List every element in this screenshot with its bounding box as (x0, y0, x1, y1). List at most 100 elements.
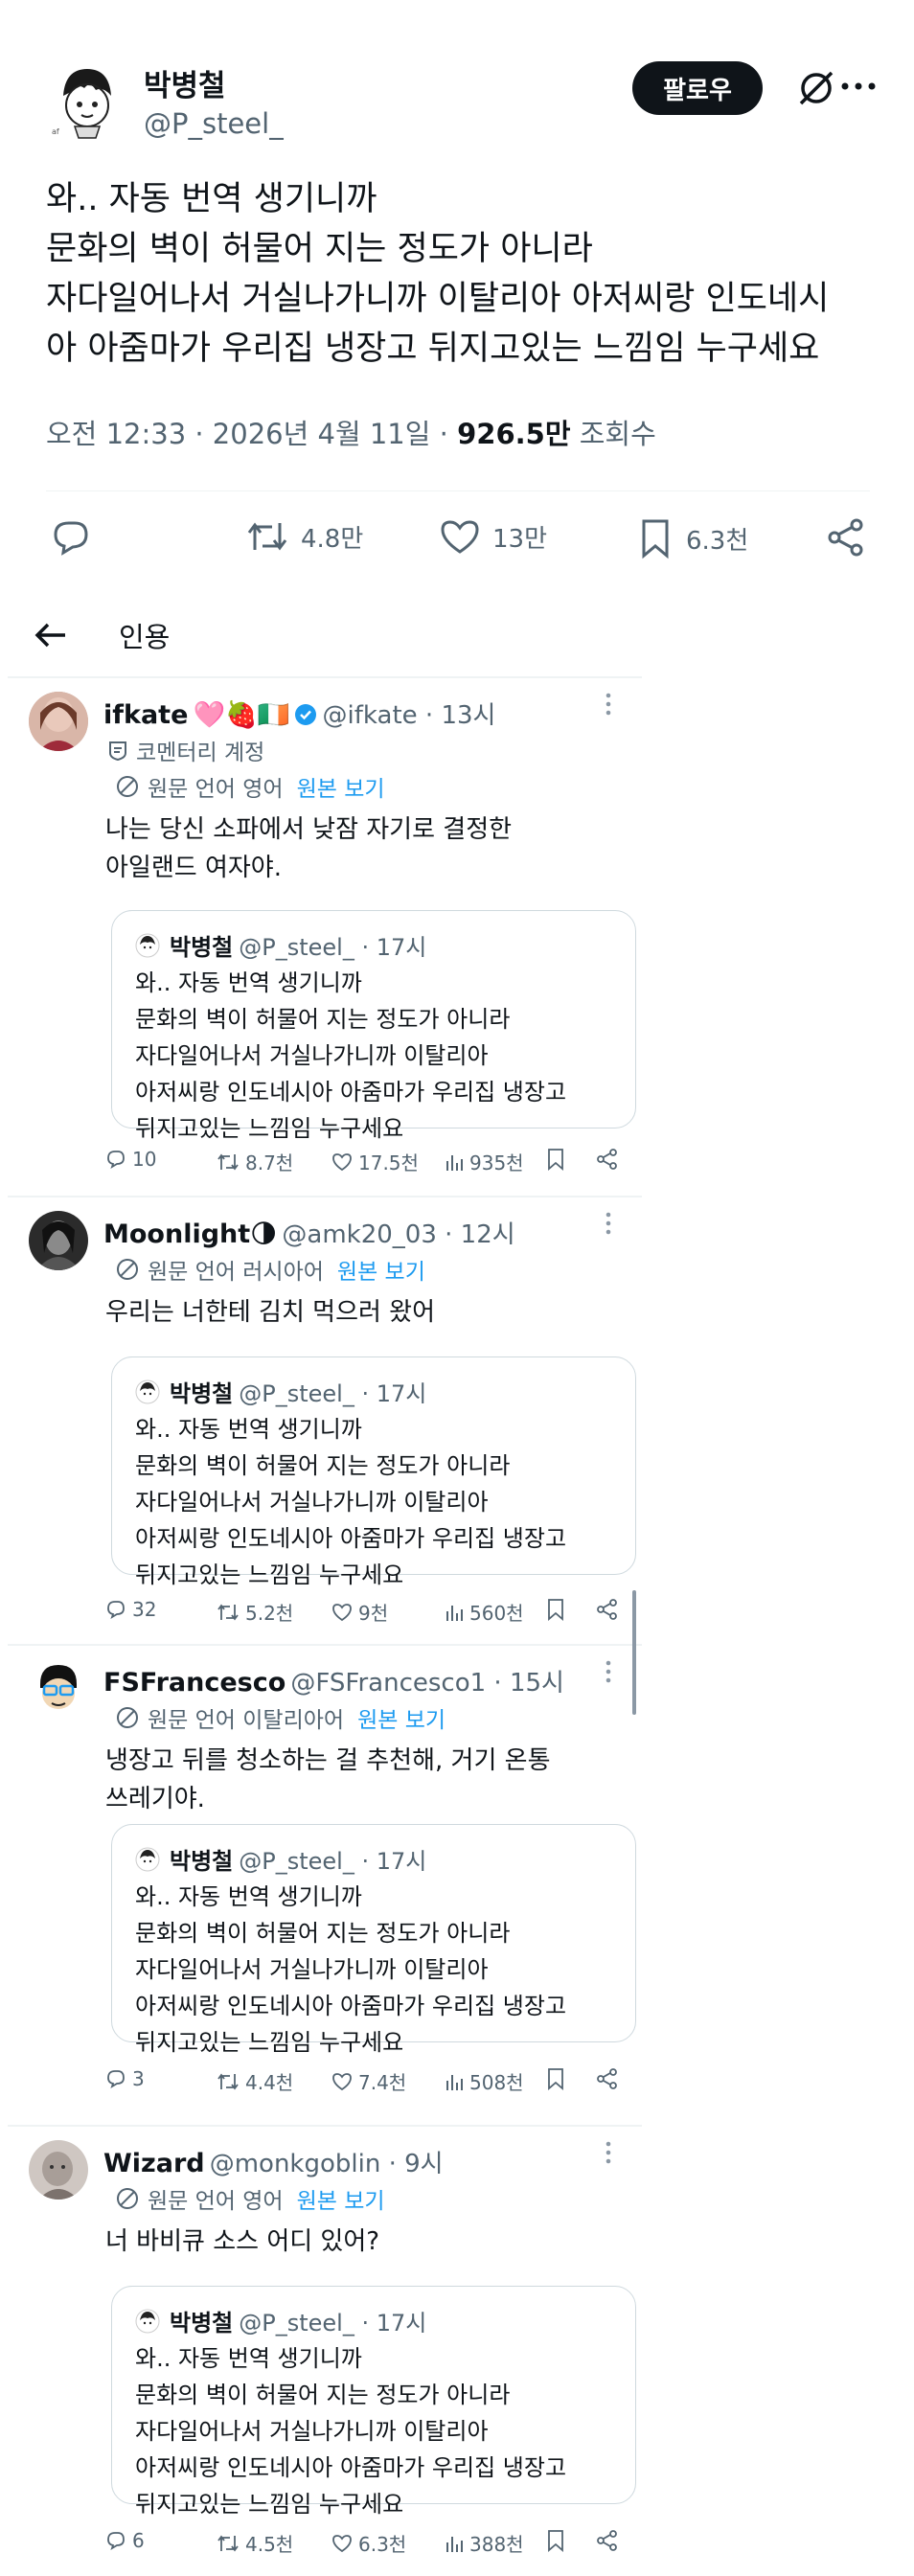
quote-card[interactable]: ifkate 🩷🍓🇮🇪 @ifkate · 13시 코멘터리 계정 원문 언어 … (8, 678, 642, 1196)
avatar[interactable] (29, 2140, 88, 2200)
avatar[interactable] (29, 1211, 88, 1270)
author-name[interactable]: FSFrancesco (103, 1668, 286, 1698)
translation-notice: 원문 언어 러시아어 (148, 1260, 324, 1285)
share-button[interactable] (596, 1598, 625, 1621)
timestamp[interactable]: 오전 12:33 · 2026년 4월 11일 · (46, 418, 457, 450)
quoted-author-name: 박병철 (170, 2310, 234, 2337)
reply-button[interactable] (50, 517, 103, 556)
views-button[interactable]: 560천 (445, 1598, 524, 1626)
share-button[interactable] (826, 517, 878, 558)
bookmark-button[interactable] (546, 2529, 571, 2552)
quote-card[interactable]: FSFrancesco @FSFrancesco1 · 15시 원문 언어 이탈… (8, 1646, 642, 2125)
verified-badge-icon (294, 703, 317, 726)
views-count: 560천 (469, 1602, 524, 1625)
more-options-icon[interactable] (606, 1659, 611, 1684)
like-button[interactable]: 6.3천 (331, 2529, 406, 2557)
more-options-icon[interactable] (606, 1211, 611, 1236)
account-subtitle: 코멘터리 계정 (136, 741, 265, 765)
reply-button[interactable]: 6 (105, 2529, 145, 2552)
quoted-text: 와.. 자동 번역 생기니까 문화의 벽이 허물어 지는 정도가 아니라 자다일… (135, 2345, 567, 2518)
retweet-count: 5.2천 (245, 1602, 294, 1625)
retweet-icon (217, 1153, 239, 1170)
grok-icon[interactable] (795, 67, 837, 109)
reply-button[interactable]: 10 (105, 1148, 156, 1171)
views-button[interactable]: 388천 (445, 2529, 524, 2557)
retweet-button[interactable]: 4.5천 (217, 2529, 293, 2557)
author-name[interactable]: Wizard (103, 2149, 205, 2178)
retweet-count: 8.7천 (245, 1151, 294, 1174)
like-button[interactable]: 7.4천 (331, 2067, 406, 2095)
views-label: 조회수 (570, 418, 656, 450)
translate-icon (115, 2186, 140, 2211)
show-original-link[interactable]: 원본 보기 (297, 770, 385, 803)
quoted-tweet[interactable]: 박병철 @P_steel_ · 17시 와.. 자동 번역 생기니까 문화의 벽… (111, 1356, 636, 1588)
quoted-tweet[interactable]: 박병철 @P_steel_ · 17시 와.. 자동 번역 생기니까 문화의 벽… (111, 2286, 636, 2518)
retweet-icon (217, 1604, 239, 1620)
quote-card[interactable]: Moonlight🌗 @amk20_03 · 12시 원문 언어 러시아어 원본… (8, 1197, 642, 1644)
share-button[interactable] (596, 2529, 625, 2552)
more-options-icon[interactable] (839, 77, 878, 96)
main-author-name[interactable]: 박병철 (144, 61, 226, 104)
show-original-link[interactable]: 원본 보기 (337, 1253, 425, 1286)
quoted-author-handle: @P_steel_ · 17시 (239, 934, 427, 961)
like-button[interactable]: 13만 (439, 517, 547, 556)
avatar[interactable] (29, 1659, 88, 1719)
bookmark-icon (548, 2068, 563, 2090)
bookmark-button[interactable]: 6.3천 (636, 517, 748, 559)
main-author-handle[interactable]: @P_steel_ (144, 107, 284, 140)
quoted-text: 와.. 자동 번역 생기니까 문화의 벽이 허물어 지는 정도가 아니라 자다일… (135, 1883, 567, 2056)
share-button[interactable] (596, 1148, 625, 1171)
retweet-icon (217, 2535, 239, 2551)
more-options-icon[interactable] (606, 2140, 611, 2165)
follow-button[interactable]: 팔로우 (632, 61, 763, 115)
reply-icon (107, 1601, 125, 1620)
bookmark-button[interactable] (546, 1148, 571, 1171)
show-original-link[interactable]: 원본 보기 (357, 1701, 446, 1734)
like-button[interactable]: 17.5천 (331, 1148, 419, 1175)
avatar[interactable] (29, 692, 88, 751)
bookmark-button[interactable] (546, 1598, 571, 1621)
quotes-title: 인용 (119, 621, 171, 653)
name-emoji: 🩷🍓🇮🇪 (193, 700, 290, 730)
views-button[interactable]: 508천 (445, 2067, 524, 2095)
views-count: 935천 (469, 1151, 524, 1174)
author-handle[interactable]: @FSFrancesco1 · 15시 (290, 1669, 564, 1698)
main-avatar[interactable]: af (46, 57, 128, 140)
views-button[interactable]: 935천 (445, 1148, 524, 1175)
retweet-button[interactable]: 4.8만 (245, 517, 363, 556)
retweet-button[interactable]: 4.4천 (217, 2067, 293, 2095)
commentary-account-icon (107, 740, 128, 761)
like-button[interactable]: 9천 (331, 1598, 388, 1626)
like-count: 17.5천 (358, 1151, 419, 1174)
engagement-bar: 6 4.5천 6.3천 388천 (105, 2529, 642, 2558)
divider (46, 490, 870, 491)
retweet-button[interactable]: 5.2천 (217, 1598, 293, 1626)
quote-card[interactable]: Wizard @monkgoblin · 9시 원문 언어 영어 원본 보기 너… (8, 2127, 642, 2576)
reply-text: 우리는 너한테 김치 먹으러 왔어 (105, 1298, 436, 1327)
reply-count: 3 (132, 2067, 145, 2090)
share-icon (597, 1599, 617, 1620)
retweet-count: 4.8만 (301, 524, 364, 554)
share-button[interactable] (596, 2067, 625, 2090)
back-arrow-icon[interactable] (34, 621, 67, 650)
show-original-link[interactable]: 원본 보기 (297, 2182, 385, 2215)
more-options-icon[interactable] (606, 692, 611, 717)
retweet-icon (247, 522, 287, 551)
views-count: 926.5만 (457, 418, 571, 450)
author-handle[interactable]: @amk20_03 · 12시 (282, 1220, 514, 1249)
share-icon (597, 1149, 617, 1170)
share-icon (828, 518, 863, 557)
reply-button[interactable]: 32 (105, 1598, 156, 1621)
reply-count: 10 (132, 1148, 157, 1171)
quoted-tweet[interactable]: 박병철 @P_steel_ · 17시 와.. 자동 번역 생기니까 문화의 벽… (111, 1824, 636, 2056)
retweet-button[interactable]: 8.7천 (217, 1148, 293, 1175)
author-handle[interactable]: @ifkate · 13시 (323, 701, 496, 730)
author-handle[interactable]: @monkgoblin · 9시 (210, 2150, 444, 2178)
author-name[interactable]: Moonlight (103, 1220, 250, 1249)
reply-button[interactable]: 3 (105, 2067, 145, 2090)
heart-icon (332, 2534, 352, 2552)
bookmark-button[interactable] (546, 2067, 571, 2090)
author-name[interactable]: ifkate (103, 700, 188, 730)
quoted-tweet[interactable]: 박병철 @P_steel_ · 17시 와.. 자동 번역 생기니까 문화의 벽… (111, 910, 636, 1142)
bookmark-icon (548, 1599, 563, 1621)
